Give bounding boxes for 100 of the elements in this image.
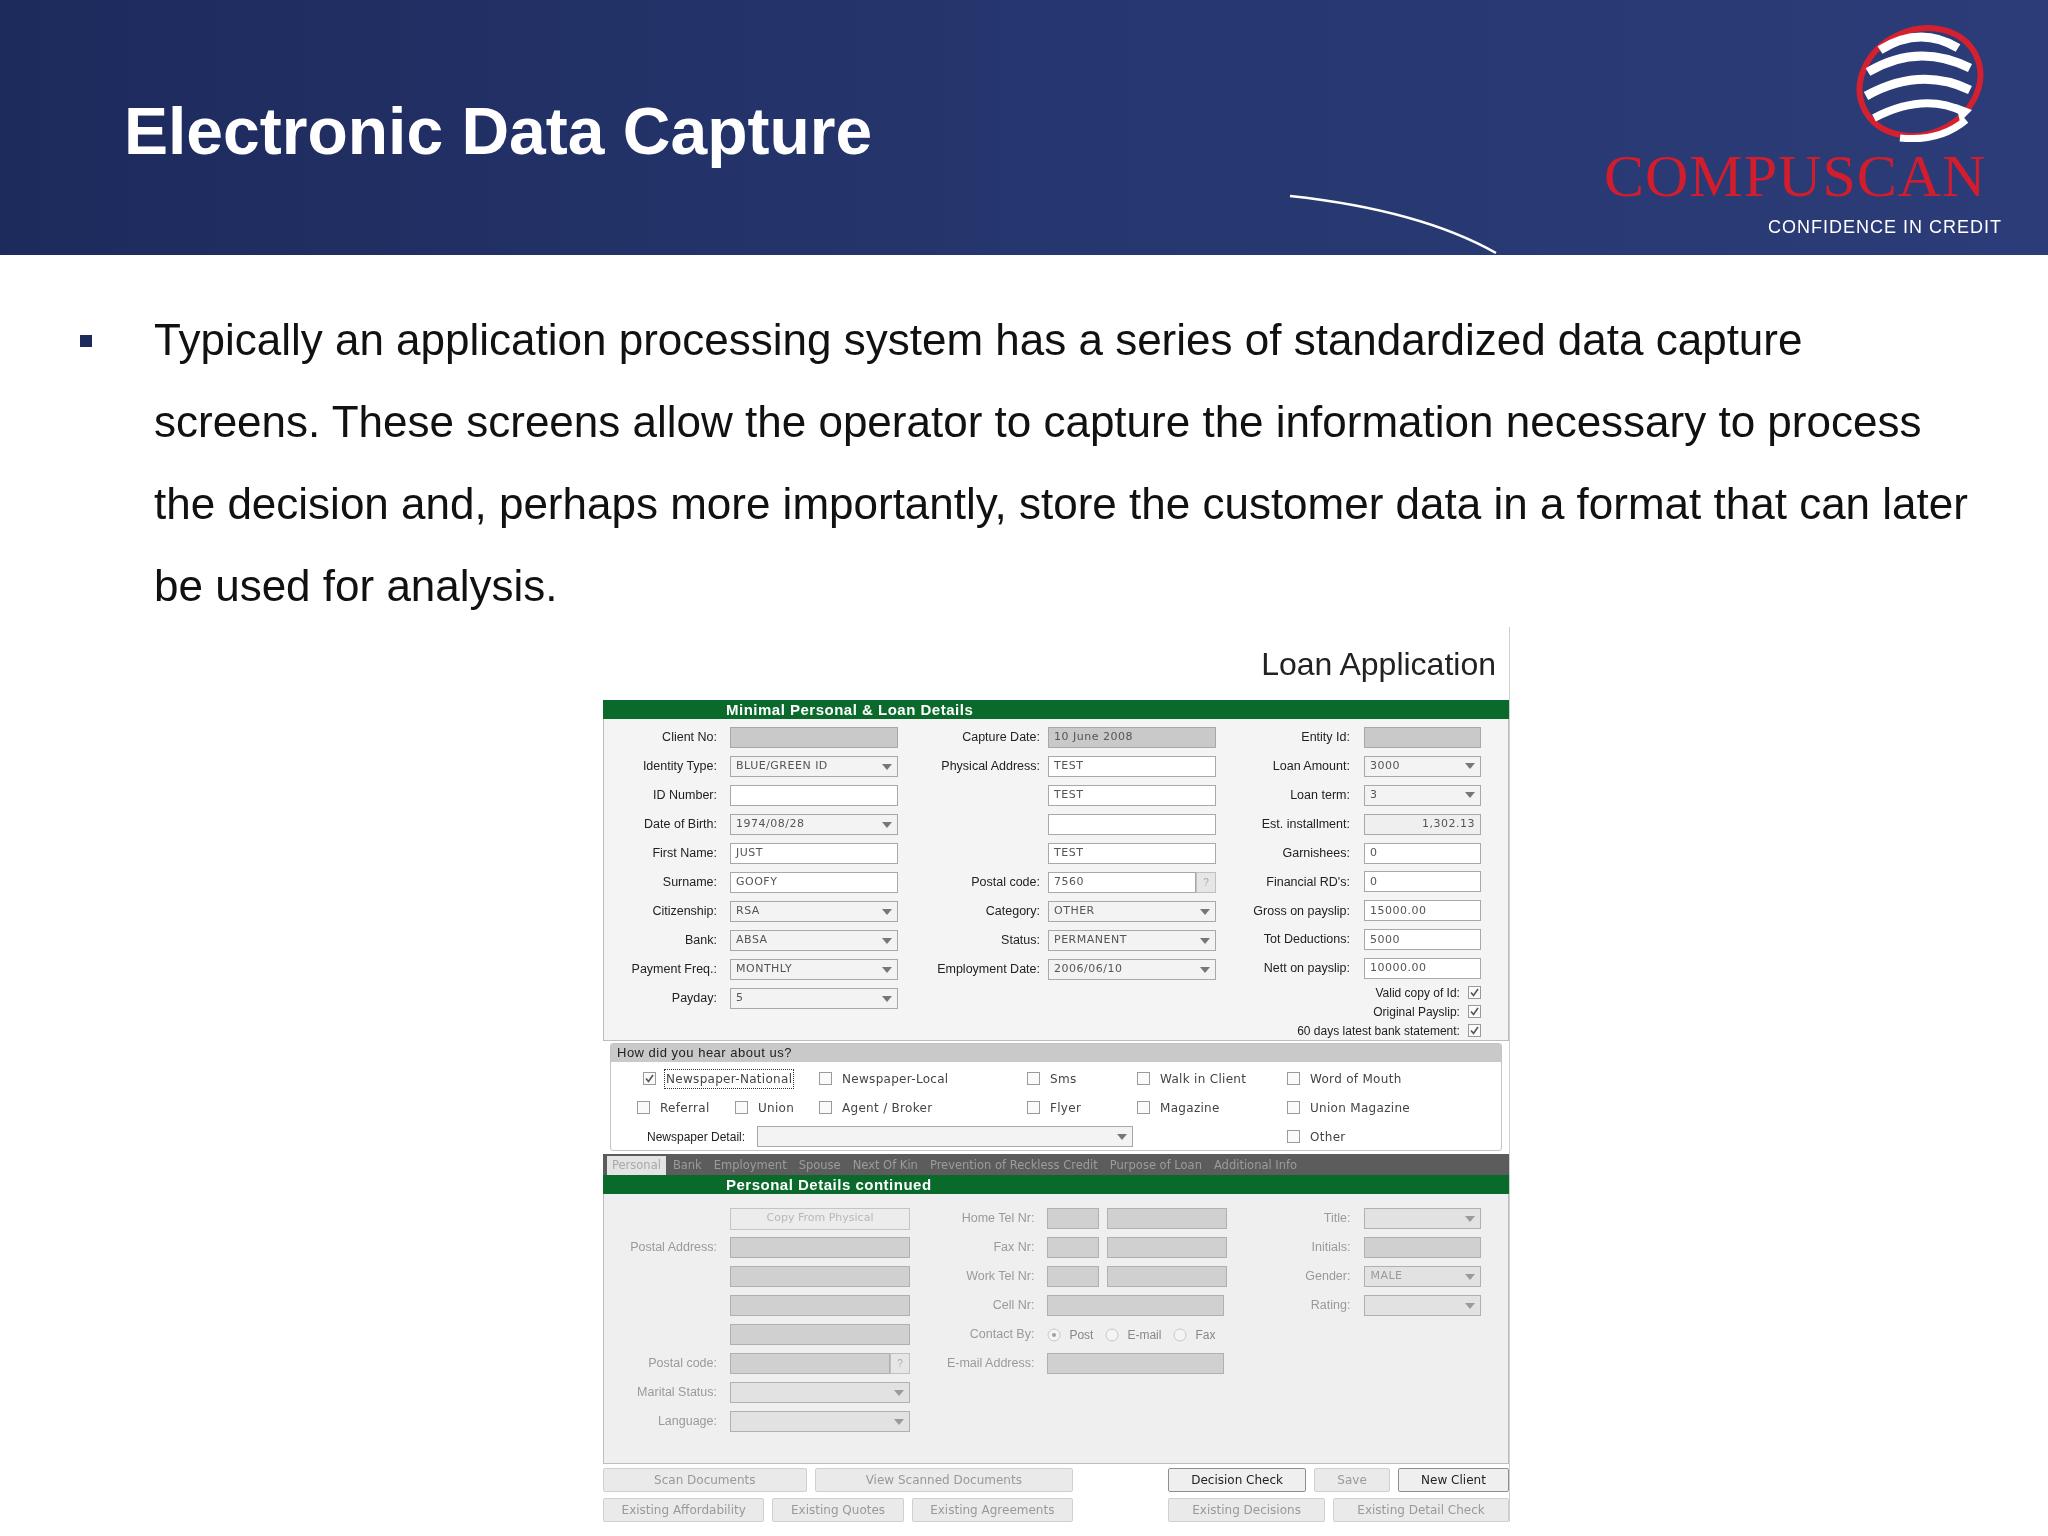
caret-icon — [882, 937, 892, 944]
field-label: Date of Birth: — [644, 817, 717, 832]
field-label: Rating: — [1310, 1298, 1351, 1313]
checkbox[interactable] — [1287, 1130, 1300, 1143]
checkbox[interactable] — [1137, 1072, 1150, 1085]
input-field[interactable]: 0 — [1363, 842, 1481, 864]
dropdown[interactable]: 3 — [1363, 784, 1481, 806]
input-field[interactable] — [730, 727, 898, 748]
field-label: Newspaper Detail: — [647, 1128, 746, 1146]
field-label: Bank: — [685, 933, 717, 948]
caret-icon — [882, 821, 892, 828]
input-field[interactable]: TEST — [1048, 843, 1216, 864]
form-title: Loan Application — [1261, 644, 1496, 684]
dropdown[interactable]: 2006/06/10 — [1048, 959, 1216, 980]
checkbox[interactable] — [1287, 1101, 1300, 1114]
field-label: Financial RD's: — [1266, 874, 1350, 889]
field-label: Fax Nr: — [993, 1240, 1035, 1255]
caret-icon — [894, 1389, 904, 1396]
input-field[interactable]: 15000.00 — [1363, 900, 1481, 922]
field-label: Loan Amount: — [1272, 759, 1350, 773]
dropdown[interactable]: PERMANENT — [1048, 930, 1216, 951]
checkbox-label: Newspaper-National — [664, 1068, 795, 1089]
field-label: Home Tel Nr: — [961, 1211, 1035, 1226]
checkbox-label: Newspaper-Local — [841, 1070, 950, 1088]
checkbox-label: Agent / Broker — [841, 1099, 934, 1117]
checkbox[interactable] — [819, 1101, 832, 1114]
radio-label: Post — [1069, 1326, 1094, 1344]
checkbox[interactable] — [1467, 986, 1481, 1000]
section-heading: Personal Details continued — [603, 1175, 1509, 1194]
checkbox[interactable] — [1467, 1024, 1481, 1037]
checkbox[interactable] — [819, 1072, 832, 1085]
action-button[interactable]: New Client — [1397, 1468, 1509, 1492]
checkbox-label: Original Payslip: — [1373, 1003, 1460, 1021]
caret-icon — [1117, 1133, 1128, 1140]
input-field[interactable] — [1048, 814, 1216, 835]
dropdown[interactable]: RSA — [730, 901, 898, 922]
dropdown[interactable] — [757, 1126, 1134, 1147]
field-label: Est. installment: — [1261, 816, 1350, 831]
dropdown[interactable]: BLUE/GREEN ID — [730, 756, 898, 777]
radio-label: E-mail — [1127, 1326, 1162, 1344]
field-label: Cell Nr: — [992, 1298, 1035, 1313]
dropdown[interactable]: ABSA — [730, 930, 898, 951]
input-field[interactable]: 1,302.13 — [1363, 813, 1481, 835]
input-field[interactable]: 10000.00 — [1363, 958, 1481, 980]
field-label: Employment Date: — [937, 962, 1040, 977]
checkbox[interactable] — [1467, 1005, 1481, 1019]
field-label: Citizenship: — [652, 904, 717, 919]
action-button[interactable]: Decision Check — [1168, 1468, 1307, 1492]
section-heading: How did you hear about us? — [611, 1044, 1501, 1062]
input-field[interactable]: TEST — [1048, 756, 1216, 777]
checkbox[interactable] — [1287, 1072, 1300, 1085]
dropdown[interactable]: 5 — [730, 988, 898, 1009]
checkbox[interactable] — [643, 1072, 656, 1085]
dropdown[interactable]: 3000 — [1363, 755, 1481, 777]
radio-label: Fax — [1195, 1326, 1216, 1344]
field-label: Entity Id: — [1301, 730, 1350, 745]
field-label: Title: — [1323, 1211, 1351, 1226]
field-label: Payday: — [671, 991, 717, 1006]
field-label: Gender: — [1305, 1269, 1351, 1284]
checkbox[interactable] — [637, 1101, 650, 1114]
field-label: Postal code: — [971, 875, 1040, 890]
checkbox-label: Valid copy of Id: — [1375, 984, 1460, 1002]
caret-icon — [1465, 1215, 1476, 1222]
checkbox[interactable] — [1027, 1101, 1040, 1114]
input-field[interactable] — [1363, 726, 1481, 748]
input-field[interactable]: JUST — [730, 843, 898, 864]
field-label: Capture Date: — [962, 730, 1040, 745]
caret-icon — [882, 908, 892, 915]
field-label: ID Number: — [653, 788, 717, 803]
caret-icon — [1200, 966, 1210, 973]
section-heading: Minimal Personal & Loan Details — [603, 700, 1509, 719]
bullet-icon — [80, 335, 92, 347]
field-label: Surname: — [662, 875, 717, 890]
field-label: First Name: — [652, 846, 717, 861]
checkbox[interactable] — [735, 1101, 748, 1114]
field-label: Postal code: — [648, 1356, 717, 1371]
field-label: Nett on payslip: — [1263, 961, 1350, 976]
dropdown[interactable]: MONTHLY — [730, 959, 898, 980]
input-field[interactable]: 7560 — [1048, 872, 1196, 893]
dropdown[interactable]: 1974/08/28 — [730, 814, 898, 835]
field-label: Gross on payslip: — [1253, 903, 1350, 918]
field-label: Status: — [1001, 933, 1040, 948]
caret-icon — [1464, 763, 1475, 770]
field-label: Postal Address: — [630, 1240, 717, 1255]
caret-icon — [1200, 937, 1210, 944]
input-field[interactable] — [730, 785, 898, 806]
field-label: Initials: — [1311, 1240, 1351, 1255]
input-field[interactable]: 0 — [1363, 871, 1481, 893]
input-field[interactable]: 5000 — [1363, 929, 1481, 951]
input-field[interactable]: GOOFY — [730, 872, 898, 893]
field-label: Work Tel Nr: — [966, 1269, 1035, 1284]
field-label: Contact By: — [969, 1327, 1035, 1342]
checkbox[interactable] — [1137, 1101, 1150, 1114]
brand-name: COMPUSCAN — [1604, 146, 1987, 206]
dropdown[interactable]: OTHER — [1048, 901, 1216, 922]
input-field[interactable]: TEST — [1048, 785, 1216, 806]
input-field[interactable]: 10 June 2008 — [1048, 727, 1216, 748]
field-label: Category: — [985, 904, 1040, 919]
caret-icon — [882, 966, 892, 973]
checkbox[interactable] — [1027, 1072, 1040, 1085]
